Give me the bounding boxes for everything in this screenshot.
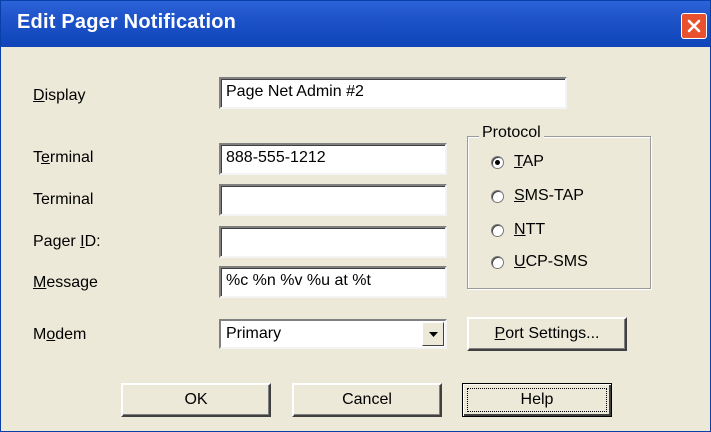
- title-bar[interactable]: Edit Pager Notification: [1, 1, 710, 47]
- radio-unselected-icon[interactable]: [491, 255, 504, 269]
- close-button[interactable]: [681, 13, 707, 39]
- window-title: Edit Pager Notification: [17, 11, 237, 33]
- protocol-option-label-key: U: [514, 253, 526, 270]
- display-label: Display: [33, 87, 85, 105]
- protocol-option-ucp-sms[interactable]: UCP-SMS: [491, 251, 588, 273]
- secondary-terminal-label: Terminal: [33, 191, 94, 208]
- protocol-option-label-post: AP: [522, 153, 544, 170]
- message-input[interactable]: %c %n %v %u at %t: [219, 266, 447, 298]
- dialog-window: Edit Pager Notification Display Page Net…: [0, 0, 711, 432]
- protocol-option-label: NTT: [514, 221, 545, 239]
- display-label-key: D: [33, 87, 45, 104]
- modem-select[interactable]: Primary: [219, 319, 447, 349]
- focus-rectangle: [467, 388, 607, 412]
- close-icon: [687, 19, 701, 33]
- terminal-label-pre: T: [33, 149, 41, 166]
- pager-id-label-post: D:: [84, 233, 101, 250]
- modem-select-value: Primary: [226, 325, 282, 342]
- terminal-label-post: rminal: [49, 149, 94, 166]
- protocol-option-label-post: TT: [525, 221, 546, 238]
- pager-id-label-pre: Pager: [33, 233, 81, 250]
- port-settings-label-key: P: [494, 325, 506, 342]
- ok-button[interactable]: OK: [121, 383, 271, 417]
- protocol-group-title: Protocol: [479, 124, 544, 142]
- radio-dot: [495, 159, 500, 165]
- radio-unselected-icon[interactable]: [491, 223, 504, 237]
- protocol-option-label-key: S: [514, 187, 525, 204]
- protocol-option-label-key: T: [514, 153, 523, 170]
- port-settings-label-post: ort Settings...: [505, 325, 600, 342]
- modem-dropdown-button[interactable]: [422, 322, 444, 346]
- protocol-option-sms-tap[interactable]: SMS-TAP: [491, 185, 584, 207]
- protocol-option-label: UCP-SMS: [514, 253, 588, 271]
- message-label: Message: [33, 274, 98, 292]
- modem-label-post: dem: [55, 326, 87, 343]
- protocol-option-tap[interactable]: TAP: [491, 151, 544, 173]
- help-button[interactable]: Help: [462, 383, 612, 417]
- display-input[interactable]: Page Net Admin #2: [219, 77, 567, 109]
- protocol-option-label-key: N: [514, 221, 526, 238]
- cancel-button[interactable]: Cancel: [292, 383, 442, 417]
- pager-id-input[interactable]: [219, 226, 447, 258]
- display-label-post: isplay: [44, 87, 86, 104]
- protocol-option-label-post: CP-SMS: [525, 253, 588, 270]
- pager-id-label: Pager ID:: [33, 233, 101, 251]
- protocol-option-label: SMS-TAP: [514, 187, 584, 205]
- port-settings-button[interactable]: Port Settings...: [467, 317, 627, 351]
- message-label-post: essage: [46, 274, 98, 291]
- modem-label-pre: M: [33, 326, 47, 343]
- protocol-option-ntt[interactable]: NTT: [491, 219, 545, 241]
- secondary-terminal-input[interactable]: [219, 184, 447, 216]
- radio-selected-icon[interactable]: [491, 155, 504, 169]
- message-label-key: M: [33, 274, 47, 291]
- protocol-option-label-post: MS-TAP: [524, 187, 584, 204]
- terminal-label: Terminal: [33, 149, 93, 167]
- terminal-input[interactable]: 888-555-1212: [219, 143, 447, 175]
- radio-unselected-icon[interactable]: [491, 189, 504, 203]
- protocol-option-label: TAP: [514, 153, 544, 171]
- modem-label-key: o: [46, 326, 56, 343]
- modem-label: Modem: [33, 326, 86, 344]
- chevron-down-icon: [428, 331, 438, 337]
- terminal-label-key: e: [41, 149, 50, 166]
